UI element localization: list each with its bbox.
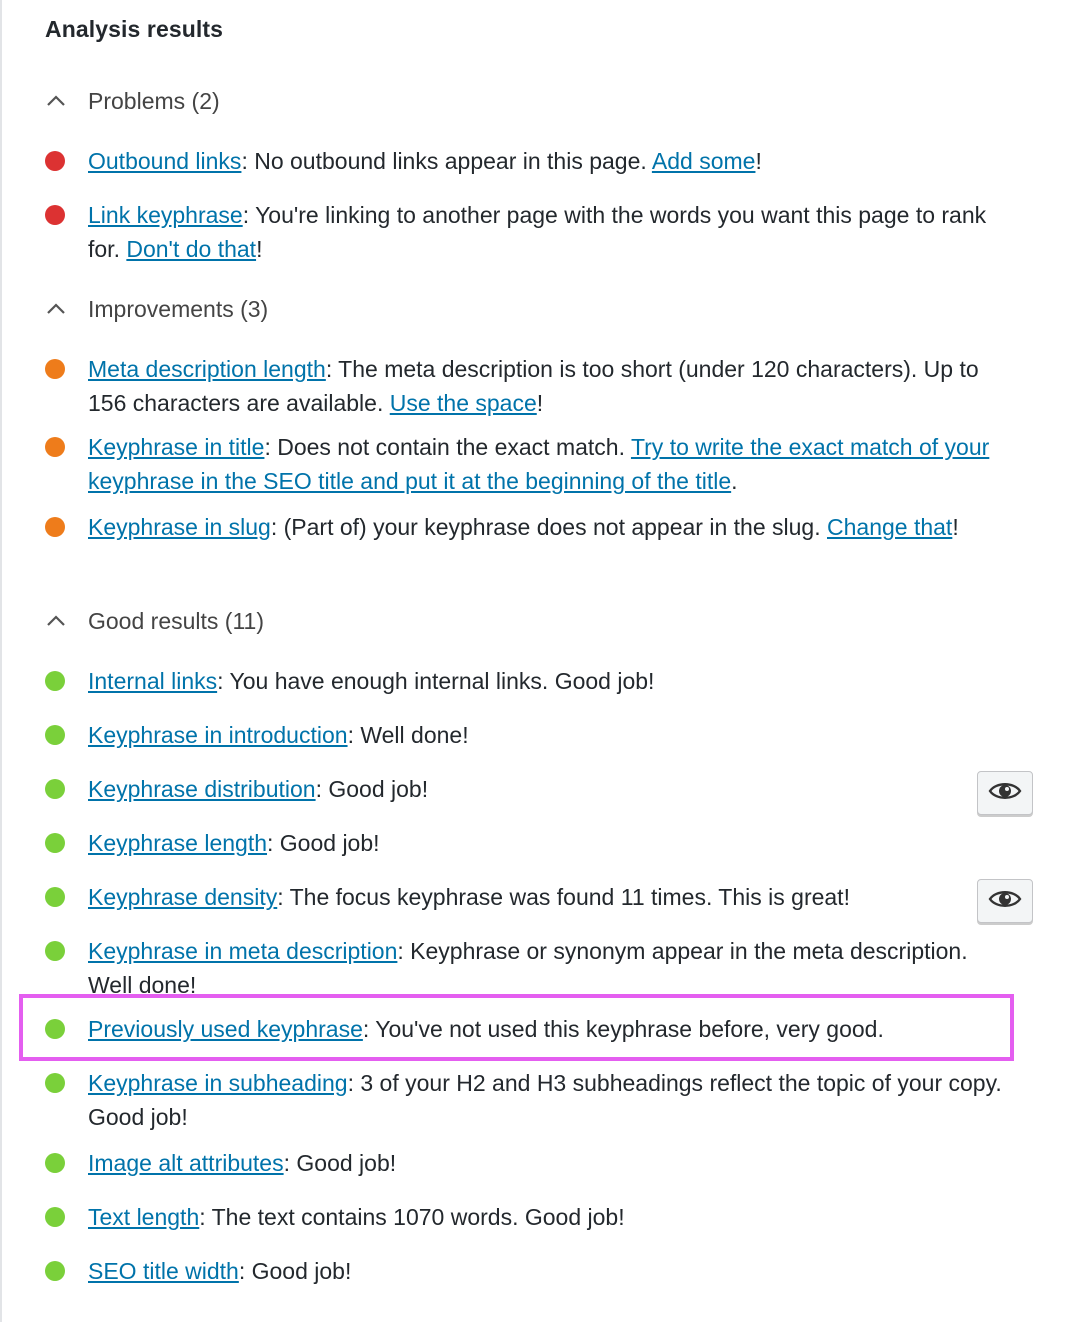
- result-link[interactable]: Keyphrase length: [88, 830, 267, 856]
- highlight-distribution-button[interactable]: [977, 771, 1033, 815]
- result-link[interactable]: Keyphrase density: [88, 884, 277, 910]
- result-item-keyphrase-length: Keyphrase length: Good job!: [45, 826, 1005, 860]
- result-item-previously-used-keyphrase: Previously used keyphrase: You've not us…: [45, 1012, 1005, 1046]
- good-bullet: [45, 1207, 65, 1227]
- good-results-section-toggle[interactable]: Good results (11): [45, 604, 264, 638]
- good-bullet: [45, 833, 65, 853]
- result-link[interactable]: Keyphrase in slug: [88, 514, 271, 540]
- result-link[interactable]: Internal links: [88, 668, 217, 694]
- highlight-density-button[interactable]: [977, 879, 1033, 923]
- improvements-section-toggle[interactable]: Improvements (3): [45, 292, 268, 326]
- improvement-bullet: [45, 359, 65, 379]
- result-item-internal-links: Internal links: You have enough internal…: [45, 664, 1005, 698]
- result-item-keyphrase-in-slug: Keyphrase in slug: (Part of) your keyphr…: [45, 510, 1005, 544]
- result-text: Internal links: You have enough internal…: [88, 668, 655, 694]
- action-link[interactable]: Add some: [652, 148, 756, 174]
- good-bullet: [45, 725, 65, 745]
- result-text: Outbound links: No outbound links appear…: [88, 148, 762, 174]
- result-item-text-length: Text length: The text contains 1070 word…: [45, 1200, 1005, 1234]
- good-bullet: [45, 1019, 65, 1039]
- result-text: Keyphrase in title: Does not contain the…: [88, 434, 990, 494]
- problems-section-toggle[interactable]: Problems (2): [45, 84, 220, 118]
- action-link[interactable]: Use the space: [390, 390, 537, 416]
- result-item-keyphrase-in-title: Keyphrase in title: Does not contain the…: [45, 430, 1005, 498]
- result-text: Previously used keyphrase: You've not us…: [88, 1016, 884, 1042]
- eye-icon: [988, 888, 1022, 915]
- result-item-outbound-links: Outbound links: No outbound links appear…: [45, 144, 1005, 178]
- result-text: SEO title width: Good job!: [88, 1258, 352, 1284]
- chevron-up-icon: [45, 614, 67, 628]
- result-text: Text length: The text contains 1070 word…: [88, 1204, 625, 1230]
- result-item-keyphrase-in-subheading: Keyphrase in subheading: 3 of your H2 an…: [45, 1066, 1005, 1134]
- result-text: Keyphrase in subheading: 3 of your H2 an…: [88, 1070, 1002, 1130]
- good-bullet: [45, 779, 65, 799]
- chevron-up-icon: [45, 94, 67, 108]
- result-link[interactable]: Link keyphrase: [88, 202, 243, 228]
- result-link[interactable]: Outbound links: [88, 148, 241, 174]
- result-text: Link keyphrase: You're linking to anothe…: [88, 202, 987, 262]
- result-item-keyphrase-density: Keyphrase density: The focus keyphrase w…: [45, 880, 1005, 914]
- result-item-keyphrase-in-meta-description: Keyphrase in meta description: Keyphrase…: [45, 934, 1005, 1002]
- good-bullet: [45, 1073, 65, 1093]
- improvement-bullet: [45, 517, 65, 537]
- action-link[interactable]: Change that: [827, 514, 952, 540]
- result-item-image-alt-attributes: Image alt attributes: Good job!: [45, 1146, 1005, 1180]
- problems-header: Problems (2): [88, 87, 220, 114]
- result-link[interactable]: Keyphrase in introduction: [88, 722, 348, 748]
- good-bullet: [45, 671, 65, 691]
- panel-left-border: [0, 0, 2, 1322]
- result-text: Keyphrase in meta description: Keyphrase…: [88, 938, 968, 998]
- eye-icon: [988, 780, 1022, 807]
- good-bullet: [45, 887, 65, 907]
- improvement-bullet: [45, 437, 65, 457]
- result-link[interactable]: Keyphrase in title: [88, 434, 264, 460]
- result-text: Keyphrase in slug: (Part of) your keyphr…: [88, 514, 959, 540]
- problem-bullet: [45, 151, 65, 171]
- good-bullet: [45, 1261, 65, 1281]
- result-link[interactable]: Previously used keyphrase: [88, 1016, 363, 1042]
- good-bullet: [45, 1153, 65, 1173]
- result-link[interactable]: Keyphrase in meta description: [88, 938, 397, 964]
- panel-title: Analysis results: [45, 16, 224, 42]
- result-text: Keyphrase density: The focus keyphrase w…: [88, 884, 850, 910]
- result-link[interactable]: Keyphrase in subheading: [88, 1070, 348, 1096]
- result-link[interactable]: Meta description length: [88, 356, 326, 382]
- problem-bullet: [45, 205, 65, 225]
- result-link[interactable]: Image alt attributes: [88, 1150, 284, 1176]
- result-text: Image alt attributes: Good job!: [88, 1150, 397, 1176]
- result-item-link-keyphrase: Link keyphrase: You're linking to anothe…: [45, 198, 1005, 266]
- action-link[interactable]: Don't do that: [126, 236, 256, 262]
- good-bullet: [45, 941, 65, 961]
- result-text: Meta description length: The meta descri…: [88, 356, 979, 416]
- result-link[interactable]: Text length: [88, 1204, 199, 1230]
- good-results-header: Good results (11): [88, 607, 264, 634]
- result-link[interactable]: Keyphrase distribution: [88, 776, 316, 802]
- result-text: Keyphrase length: Good job!: [88, 830, 380, 856]
- improvements-header: Improvements (3): [88, 295, 269, 322]
- result-text: Keyphrase in introduction: Well done!: [88, 722, 469, 748]
- result-link[interactable]: SEO title width: [88, 1258, 239, 1284]
- result-text: Keyphrase distribution: Good job!: [88, 776, 429, 802]
- result-item-keyphrase-in-introduction: Keyphrase in introduction: Well done!: [45, 718, 1005, 752]
- chevron-up-icon: [45, 302, 67, 316]
- result-item-keyphrase-distribution: Keyphrase distribution: Good job!: [45, 772, 1005, 806]
- result-item-meta-description-length: Meta description length: The meta descri…: [45, 352, 1005, 420]
- result-item-seo-title-width: SEO title width: Good job!: [45, 1254, 1005, 1288]
